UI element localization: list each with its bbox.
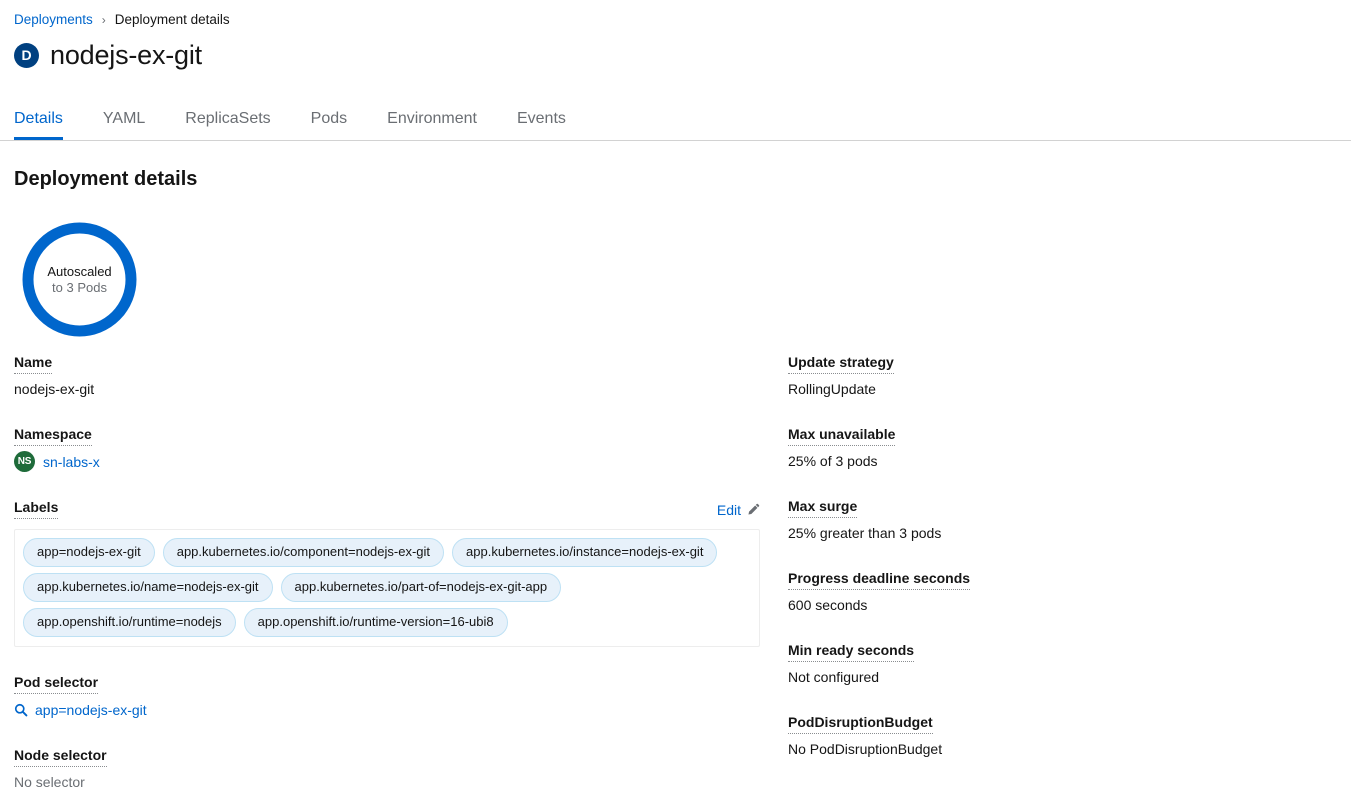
field-progress-deadline-seconds: Progress deadline seconds 600 seconds	[788, 568, 1328, 615]
label-chip[interactable]: app.openshift.io/runtime=nodejs	[23, 608, 236, 637]
field-namespace: Namespace NS sn-labs-x	[14, 424, 774, 472]
namespace-link[interactable]: sn-labs-x	[43, 452, 100, 472]
label-chip[interactable]: app.openshift.io/runtime-version=16-ubi8	[243, 608, 508, 637]
autoscale-donut-chart: Autoscaled to 3 Pods	[22, 222, 137, 337]
field-min-ready-seconds: Min ready seconds Not configured	[788, 640, 1328, 687]
breadcrumb-current: Deployment details	[114, 12, 230, 27]
field-update-strategy: Update strategy RollingUpdate	[788, 352, 1328, 399]
field-node-selector-value: No selector	[14, 774, 85, 790]
field-pod-selector: Pod selector app=nodejs-ex-git	[14, 672, 774, 720]
field-name-value: nodejs-ex-git	[14, 381, 95, 397]
label-chip[interactable]: app=nodejs-ex-git	[23, 538, 155, 567]
namespace-badge-icon: NS	[14, 451, 35, 472]
breadcrumb-separator-icon: ›	[101, 13, 106, 27]
pod-selector-row: app=nodejs-ex-git	[14, 700, 774, 720]
field-name-label: Name	[14, 352, 53, 374]
tab-yaml[interactable]: YAML	[103, 99, 145, 140]
field-update-strategy-value: RollingUpdate	[788, 381, 876, 397]
label-chip[interactable]: app.kubernetes.io/component=nodejs-ex-gi…	[162, 538, 445, 567]
label-chip[interactable]: app.kubernetes.io/part-of=nodejs-ex-git-…	[280, 573, 562, 602]
breadcrumb: Deployments › Deployment details	[14, 11, 230, 29]
field-node-selector: Node selector No selector	[14, 745, 774, 792]
field-labels: Labels Edit app=nodejs-ex-git app.kubern…	[14, 497, 774, 647]
field-pod-disruption-budget-value: No PodDisruptionBudget	[788, 741, 943, 757]
field-pod-selector-label: Pod selector	[14, 672, 99, 694]
field-progress-deadline-seconds-label: Progress deadline seconds	[788, 568, 971, 590]
tab-details[interactable]: Details	[14, 99, 63, 140]
details-left-column: Name nodejs-ex-git Namespace NS sn-labs-…	[14, 352, 774, 792]
details-right-column: Update strategy RollingUpdate Max unavai…	[788, 352, 1328, 759]
field-max-surge: Max surge 25% greater than 3 pods	[788, 496, 1328, 543]
field-labels-label: Labels	[14, 497, 59, 519]
field-max-surge-value: 25% greater than 3 pods	[788, 525, 942, 541]
namespace-row: NS sn-labs-x	[14, 451, 774, 472]
edit-labels-button[interactable]: Edit	[717, 501, 760, 519]
field-max-unavailable: Max unavailable 25% of 3 pods	[788, 424, 1328, 471]
field-update-strategy-label: Update strategy	[788, 352, 894, 374]
tab-environment[interactable]: Environment	[387, 99, 477, 140]
tab-events[interactable]: Events	[517, 99, 566, 140]
field-pod-disruption-budget-label: PodDisruptionBudget	[788, 712, 933, 734]
field-min-ready-seconds-label: Min ready seconds	[788, 640, 915, 662]
labels-container: app=nodejs-ex-git app.kubernetes.io/comp…	[14, 529, 760, 647]
label-chip[interactable]: app.kubernetes.io/name=nodejs-ex-git	[23, 573, 273, 602]
pencil-icon	[746, 503, 760, 517]
field-progress-deadline-seconds-value: 600 seconds	[788, 597, 868, 613]
pod-selector-link[interactable]: app=nodejs-ex-git	[35, 700, 147, 720]
field-node-selector-label: Node selector	[14, 745, 107, 767]
search-icon	[14, 703, 28, 717]
field-name: Name nodejs-ex-git	[14, 352, 774, 399]
tab-replicasets[interactable]: ReplicaSets	[185, 99, 270, 140]
tab-pods[interactable]: Pods	[311, 99, 347, 140]
field-max-surge-label: Max surge	[788, 496, 858, 518]
label-chip[interactable]: app.kubernetes.io/instance=nodejs-ex-git	[452, 538, 718, 567]
field-min-ready-seconds-value: Not configured	[788, 669, 880, 685]
deployment-badge-icon: D	[14, 42, 39, 68]
field-max-unavailable-label: Max unavailable	[788, 424, 896, 446]
page-title: nodejs-ex-git	[50, 40, 202, 70]
section-title: Deployment details	[14, 168, 198, 190]
field-namespace-label: Namespace	[14, 424, 92, 446]
breadcrumb-link-deployments[interactable]: Deployments	[14, 11, 93, 29]
labels-header: Labels Edit	[14, 497, 760, 519]
edit-labels-label: Edit	[716, 502, 741, 518]
field-pod-disruption-budget: PodDisruptionBudget No PodDisruptionBudg…	[788, 712, 1328, 759]
field-max-unavailable-value: 25% of 3 pods	[788, 453, 878, 469]
tab-bar: Details YAML ReplicaSets Pods Environmen…	[0, 99, 1351, 141]
page-header: D nodejs-ex-git	[14, 39, 202, 71]
